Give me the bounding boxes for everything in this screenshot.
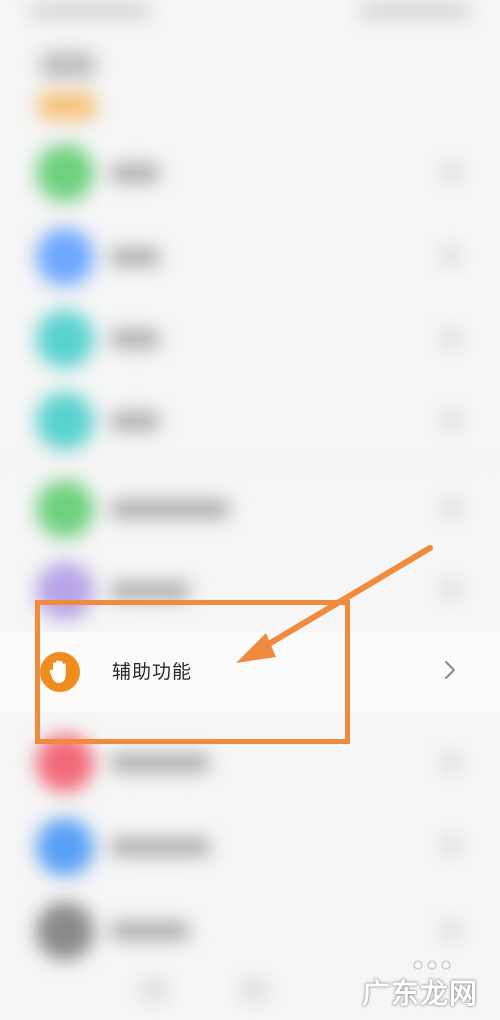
watermark-text: 广东龙网 — [362, 977, 479, 1010]
annotation-arrow — [236, 545, 433, 663]
watermark-logo — [413, 960, 451, 970]
